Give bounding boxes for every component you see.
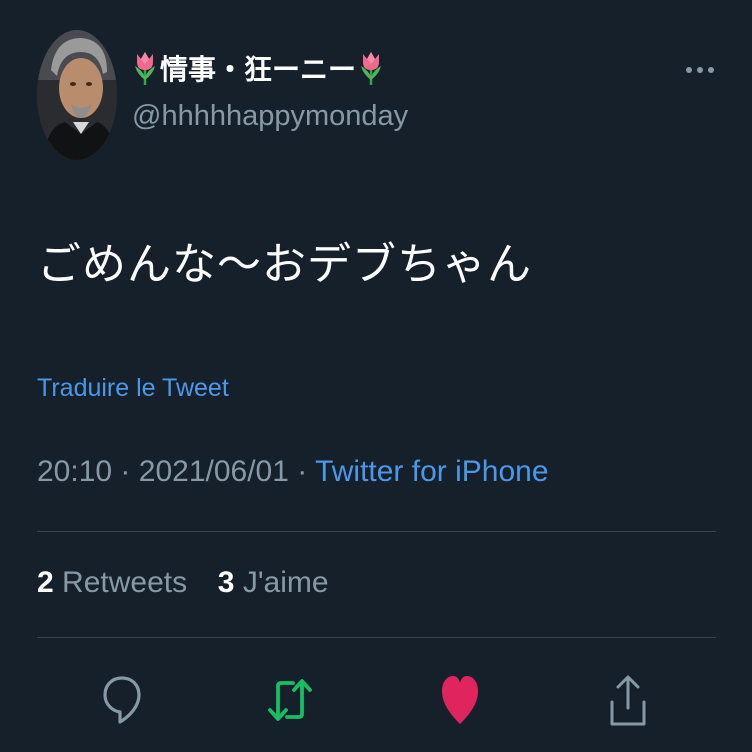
tulip-icon [361,52,382,85]
more-dot [697,67,703,73]
display-name-text: 情事・狂ーニー [160,54,357,85]
tweet-detail-screen: 情事・狂ーニー @hhhhhappymonday ごめんな〜おデブちゃん Tra… [0,0,752,752]
divider [37,531,716,532]
likes-count: 3 [217,566,235,599]
share-button[interactable] [598,668,658,732]
retweets-label: Retweets [62,566,188,599]
display-name[interactable]: 情事・狂ーニー [132,48,384,88]
tweet-stats: 2 Retweets 3 J'aime [37,566,329,600]
divider [37,637,716,638]
meta-separator: · [120,455,131,488]
translate-tweet-link[interactable]: Traduire le Tweet [37,374,229,403]
share-icon [610,675,646,726]
user-handle[interactable]: @hhhhhappymonday [132,100,408,133]
retweets-count: 2 [37,566,54,599]
tweet-text: ごめんな〜おデブちゃん [37,240,532,289]
likes-label: J'aime [242,566,329,599]
tulip-icon [135,52,155,85]
retweets-stat[interactable]: 2 Retweets [37,566,195,599]
tweet-time: 20:10 [37,455,113,488]
reply-icon [103,676,141,724]
tweet-source-link[interactable]: Twitter for iPhone [315,455,548,488]
likes-stat[interactable]: 3 J'aime [218,566,329,599]
meta-separator: · [297,455,308,488]
more-options-button[interactable] [680,60,720,80]
heart-icon [442,676,478,724]
more-horizontal-icon [686,67,692,73]
reply-button[interactable] [92,668,152,732]
avatar-photo [37,30,117,160]
more-dot [708,67,714,73]
retweet-button[interactable] [260,668,320,732]
tweet-date: 2021/06/01 [138,455,289,488]
like-button[interactable] [430,668,490,732]
tweet-metadata: 20:10 · 2021/06/01 · Twitter for iPhone [37,455,549,489]
retweet-icon [268,679,312,721]
avatar[interactable] [37,30,117,160]
